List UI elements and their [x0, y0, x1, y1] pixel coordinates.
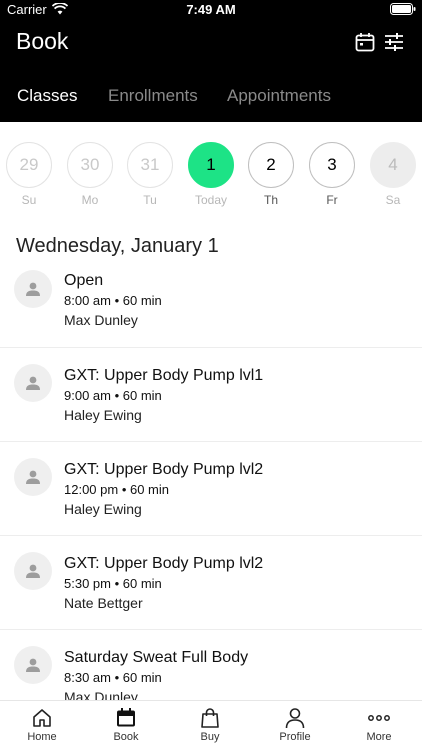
class-instructor: Max Dunley	[64, 689, 138, 700]
day-selector-item[interactable]: 31 Tu	[126, 142, 174, 212]
segment-tabs: Classes Enrollments Appointments	[0, 84, 422, 112]
class-list-item[interactable]: Open 8:00 am • 60 min Max Dunley	[0, 262, 422, 348]
day-number: 2	[248, 142, 294, 188]
tab-enrollments[interactable]: Enrollments	[108, 86, 198, 106]
class-instructor: Haley Ewing	[64, 407, 142, 423]
class-instructor: Haley Ewing	[64, 501, 142, 517]
class-instructor: Nate Bettger	[64, 595, 143, 611]
status-bar: Carrier 7:49 AM	[0, 0, 422, 20]
tabbar-buy[interactable]: Buy	[175, 707, 245, 743]
day-selector-item[interactable]: 3 Fr	[308, 142, 356, 212]
instructor-avatar-icon	[14, 364, 52, 402]
class-list-item[interactable]: Saturday Sweat Full Body 8:30 am • 60 mi…	[0, 630, 422, 700]
day-selector-item[interactable]: 4 Sa	[369, 142, 417, 212]
day-label: Today	[194, 193, 228, 207]
day-selector-item[interactable]: 29 Su	[5, 142, 53, 212]
instructor-avatar-icon	[14, 552, 52, 590]
bottom-tab-bar: Home Book Buy Profile More	[0, 700, 422, 750]
class-time: 12:00 pm • 60 min	[64, 482, 169, 497]
tabbar-label: Buy	[200, 731, 220, 743]
tab-appointments[interactable]: Appointments	[227, 86, 331, 106]
battery-icon	[390, 3, 416, 18]
class-time: 8:30 am • 60 min	[64, 670, 162, 685]
tabbar-label: More	[366, 731, 392, 743]
class-name: GXT: Upper Body Pump lvl2	[64, 555, 264, 572]
tabbar-home[interactable]: Home	[7, 707, 77, 743]
day-label: Th	[263, 193, 278, 207]
more-dots-icon	[368, 715, 390, 721]
day-label: Sa	[385, 193, 401, 207]
day-number: 1	[188, 142, 234, 188]
date-heading: Wednesday, January 1	[16, 235, 219, 257]
app-header: Carrier 7:49 AM Book Classes Enrollments…	[0, 0, 422, 122]
class-time: 9:00 am • 60 min	[64, 388, 162, 403]
day-label: Su	[21, 193, 37, 207]
instructor-avatar-icon	[14, 270, 52, 308]
calendar-icon	[117, 708, 135, 727]
day-selector-item-today[interactable]: 1 Today	[187, 142, 235, 212]
filter-sliders-icon[interactable]	[384, 32, 404, 57]
tab-classes[interactable]: Classes	[17, 86, 77, 106]
person-icon	[285, 708, 305, 729]
tabbar-book[interactable]: Book	[91, 707, 161, 743]
day-number: 30	[67, 142, 113, 188]
class-instructor: Max Dunley	[64, 312, 138, 328]
day-number: 3	[309, 142, 355, 188]
date-picker: 29 Su 30 Mo 31 Tu 1 Today 2 Th 3 Fr 4 Sa	[0, 122, 422, 214]
class-name: GXT: Upper Body Pump lvl2	[64, 461, 264, 478]
class-list: Open 8:00 am • 60 min Max Dunley GXT: Up…	[0, 262, 422, 700]
instructor-avatar-icon	[14, 646, 52, 684]
day-label: Mo	[81, 193, 99, 207]
day-label: Fr	[326, 193, 338, 207]
class-time: 8:00 am • 60 min	[64, 293, 162, 308]
day-number: 31	[127, 142, 173, 188]
tabbar-more[interactable]: More	[344, 707, 414, 743]
calendar-icon[interactable]	[355, 32, 375, 57]
day-selector-item[interactable]: 2 Th	[247, 142, 295, 212]
class-list-item[interactable]: GXT: Upper Body Pump lvl1 9:00 am • 60 m…	[0, 348, 422, 442]
class-time: 5:30 pm • 60 min	[64, 576, 162, 591]
day-number: 4	[370, 142, 416, 188]
page-title: Book	[16, 28, 69, 54]
class-name: Saturday Sweat Full Body	[64, 649, 249, 666]
instructor-avatar-icon	[14, 458, 52, 496]
class-name: GXT: Upper Body Pump lvl1	[64, 367, 264, 384]
day-number: 29	[6, 142, 52, 188]
class-list-item[interactable]: GXT: Upper Body Pump lvl2 12:00 pm • 60 …	[0, 442, 422, 536]
home-icon	[33, 709, 51, 727]
class-name: Open	[64, 272, 104, 289]
day-selector-item[interactable]: 30 Mo	[66, 142, 114, 212]
shopping-bag-icon	[201, 708, 219, 728]
tabbar-label: Profile	[279, 731, 311, 743]
tabbar-label: Home	[27, 731, 57, 743]
tabbar-profile[interactable]: Profile	[260, 707, 330, 743]
day-label: Tu	[143, 193, 157, 207]
tabbar-label: Book	[113, 731, 139, 743]
class-list-item[interactable]: GXT: Upper Body Pump lvl2 5:30 pm • 60 m…	[0, 536, 422, 630]
clock: 7:49 AM	[186, 2, 236, 17]
